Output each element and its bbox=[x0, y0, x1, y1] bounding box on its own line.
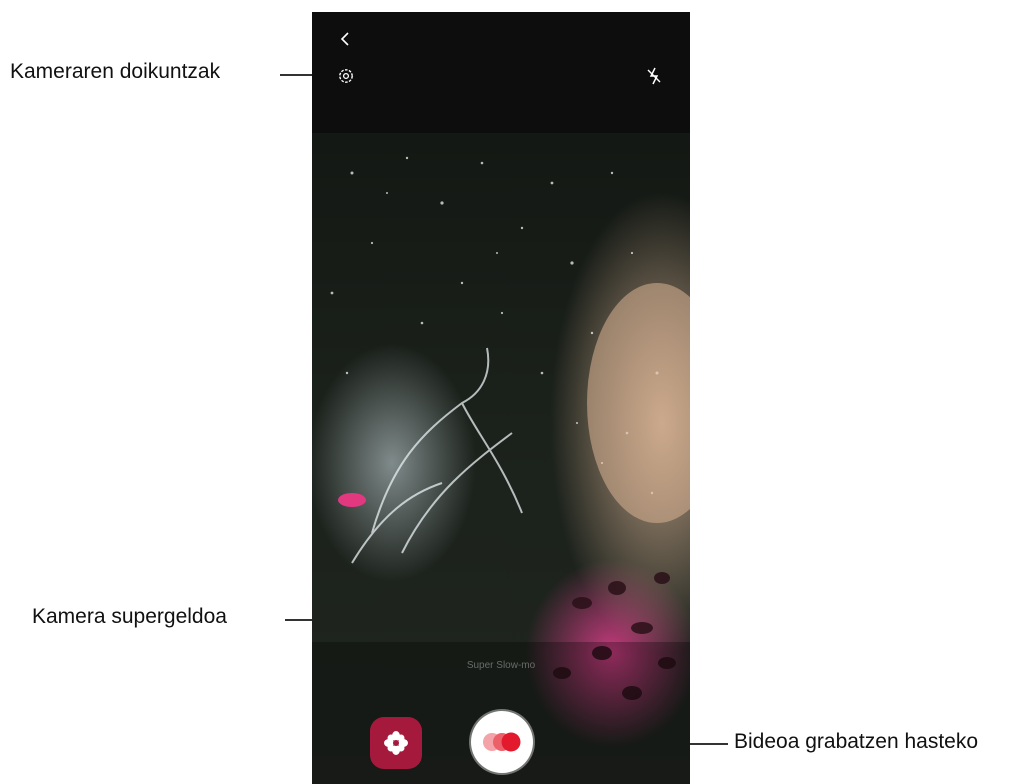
callout-camera-settings: Kameraren doikuntzak bbox=[10, 60, 221, 83]
flash-off-icon[interactable] bbox=[642, 64, 666, 88]
mode-label[interactable]: Super Slow-mo bbox=[312, 660, 690, 671]
settings-icon[interactable] bbox=[334, 64, 358, 88]
callout-start-recording: Bideoa grabatzen hasteko bbox=[734, 730, 979, 753]
effect-button[interactable] bbox=[370, 717, 422, 769]
callout-super-slow-mo: Kamera supergeldoa bbox=[32, 605, 227, 628]
phone-screen: Super Slow-mo bbox=[312, 12, 690, 784]
top-bar bbox=[312, 12, 690, 133]
record-button[interactable] bbox=[471, 711, 533, 773]
record-icon bbox=[482, 731, 522, 753]
back-icon[interactable] bbox=[334, 28, 356, 50]
flower-icon bbox=[383, 730, 409, 756]
